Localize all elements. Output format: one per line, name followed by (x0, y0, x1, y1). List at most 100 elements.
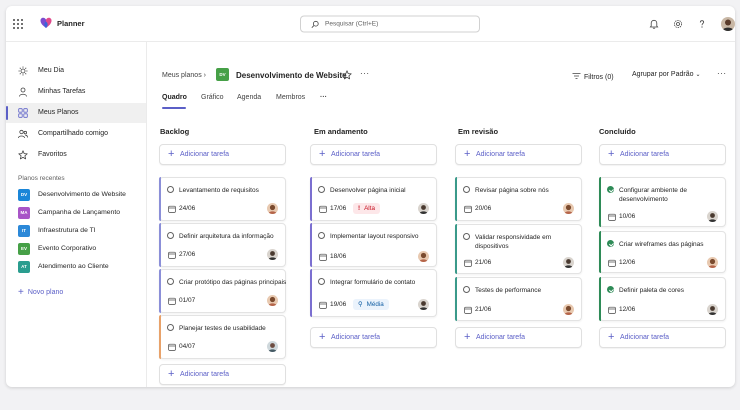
assignee-avatar[interactable] (563, 203, 574, 214)
plus-icon: + (464, 331, 471, 343)
task-card[interactable]: Revisar página sobre nós 20/06 (455, 177, 582, 221)
task-card[interactable]: Criar wireframes das páginas 12/06 (599, 231, 726, 273)
assignee-avatar[interactable] (707, 257, 718, 268)
assignee-avatar[interactable] (267, 341, 278, 352)
column-title-em-andamento: Em andamento (314, 127, 368, 136)
assignee-avatar[interactable] (563, 257, 574, 268)
task-due-date: 21/06 (475, 259, 492, 266)
plan-badge: MA (18, 207, 30, 219)
task-card[interactable]: Testes de performance 21/06 (455, 277, 582, 321)
calendar-icon (168, 251, 176, 259)
sidebar-item-meu-dia[interactable]: Meu Dia (6, 61, 146, 81)
tab-membros[interactable]: Membros (276, 94, 305, 101)
tabs-more-button[interactable]: ··· (320, 94, 327, 101)
task-due-date: 24/06 (179, 205, 196, 212)
sidebar-item-compartilhado[interactable]: Compartilhado comigo (6, 124, 146, 144)
task-card[interactable]: Definir arquitetura da informação 27/06 (159, 223, 286, 267)
add-task-button[interactable]: + Adicionar tarefa (455, 144, 582, 165)
task-card[interactable]: Desenvolver página inicial 17/06 ! Alta (310, 177, 437, 221)
recent-plan-item[interactable]: MA Campanha de Lançamento (6, 204, 146, 222)
calendar-icon (608, 213, 616, 221)
tab-agenda[interactable]: Agenda (237, 94, 261, 101)
task-checkbox[interactable] (463, 286, 470, 293)
calendar-icon (168, 205, 176, 213)
add-task-button[interactable]: + Adicionar tarefa (310, 144, 437, 165)
recent-plan-item[interactable]: DV Desenvolvimento de Website (6, 186, 146, 204)
plan-badge: AT (18, 261, 30, 273)
assignee-avatar[interactable] (563, 304, 574, 315)
user-avatar[interactable] (721, 17, 735, 31)
task-card[interactable]: Definir paleta de cores 12/06 (599, 277, 726, 321)
task-card[interactable]: Configurar ambiente de desenvolvimento 1… (599, 177, 726, 227)
task-checkbox[interactable] (318, 232, 325, 239)
recent-plan-item[interactable]: EV Evento Corporativo (6, 240, 146, 258)
new-plan-button[interactable]: + Novo plano (18, 286, 63, 298)
task-title: Testes de performance (475, 287, 542, 294)
task-checkbox[interactable] (318, 186, 325, 193)
assignee-avatar[interactable] (707, 304, 718, 315)
gear-icon[interactable] (672, 18, 684, 30)
assignee-avatar[interactable] (267, 249, 278, 260)
recent-plan-label: Atendimento ao Cliente (38, 263, 109, 270)
sidebar-item-minhas-tarefas[interactable]: Minhas Tarefas (6, 82, 146, 102)
favorite-star-icon[interactable] (342, 70, 352, 80)
task-checkbox[interactable] (167, 186, 174, 193)
recent-plan-item[interactable]: IT Infraestrutura de TI (6, 222, 146, 240)
header-more-button[interactable]: ··· (717, 69, 727, 78)
help-icon[interactable] (696, 18, 708, 30)
task-checkbox[interactable] (463, 186, 470, 193)
breadcrumb[interactable]: Meus planos › (162, 72, 206, 79)
planner-window: Planner Pesquisar (Ctrl+E) Meu Dia Minha… (6, 6, 735, 387)
sidebar: Meu Dia Minhas Tarefas Meus Planos Compa… (6, 42, 147, 387)
task-card[interactable]: Levantamento de requisitos 24/06 (159, 177, 286, 221)
task-complete-check-icon[interactable] (607, 286, 614, 293)
search-input[interactable]: Pesquisar (Ctrl+E) (300, 15, 480, 33)
task-card[interactable]: Integrar formulário de contato 19/06 ⚲ Mé… (310, 269, 437, 317)
plus-icon: + (464, 148, 471, 160)
add-task-button[interactable]: + Adicionar tarefa (455, 327, 582, 348)
task-checkbox[interactable] (167, 278, 174, 285)
add-task-button[interactable]: + Adicionar tarefa (599, 327, 726, 348)
add-task-button[interactable]: + Adicionar tarefa (159, 144, 286, 165)
plan-more-button[interactable]: ··· (360, 69, 370, 78)
task-due-date: 18/06 (330, 253, 347, 260)
assignee-avatar[interactable] (267, 203, 278, 214)
app-launcher-icon[interactable] (13, 19, 23, 29)
tab-quadro[interactable]: Quadro (162, 94, 187, 101)
assignee-avatar[interactable] (707, 211, 718, 222)
sidebar-item-meus-planos[interactable]: Meus Planos (6, 103, 146, 123)
add-task-button[interactable]: + Adicionar tarefa (599, 144, 726, 165)
task-card[interactable]: Criar protótipo das páginas principais 0… (159, 269, 286, 313)
plus-icon: + (608, 148, 615, 160)
add-task-button[interactable]: + Adicionar tarefa (159, 364, 286, 385)
filters-button[interactable]: Filtros (0) (572, 71, 614, 81)
task-checkbox[interactable] (167, 232, 174, 239)
task-card[interactable]: Implementar layout responsivo 18/06 (310, 223, 437, 267)
plan-badge: IT (18, 225, 30, 237)
grid-icon (18, 108, 28, 118)
add-task-button[interactable]: + Adicionar tarefa (310, 327, 437, 348)
task-title: Desenvolver página inicial (330, 187, 406, 194)
assignee-avatar[interactable] (267, 295, 278, 306)
task-complete-check-icon[interactable] (607, 186, 614, 193)
group-by-dropdown[interactable]: Agrupar por Padrão ⌄ (632, 71, 700, 78)
calendar-icon (168, 343, 176, 351)
task-card[interactable]: Validar responsividade em dispositivos 2… (455, 224, 582, 274)
task-checkbox[interactable] (318, 278, 325, 285)
sidebar-item-favoritos[interactable]: Favoritos (6, 145, 146, 165)
assignee-avatar[interactable] (418, 299, 429, 310)
task-title: Definir arquitetura da informação (179, 233, 274, 240)
assignee-avatar[interactable] (418, 251, 429, 262)
plus-icon: + (319, 148, 326, 160)
plan-badge: DV (216, 68, 229, 81)
task-checkbox[interactable] (167, 324, 174, 331)
task-complete-check-icon[interactable] (607, 240, 614, 247)
task-checkbox[interactable] (463, 233, 470, 240)
recent-plan-label: Evento Corporativo (38, 245, 97, 252)
assignee-avatar[interactable] (418, 203, 429, 214)
task-card[interactable]: Planejar testes de usabilidade 04/07 (159, 315, 286, 359)
recent-plan-item[interactable]: AT Atendimento ao Cliente (6, 258, 146, 276)
plus-icon: + (168, 148, 175, 160)
tab-grafico[interactable]: Gráfico (201, 94, 224, 101)
bell-icon[interactable] (648, 18, 660, 30)
